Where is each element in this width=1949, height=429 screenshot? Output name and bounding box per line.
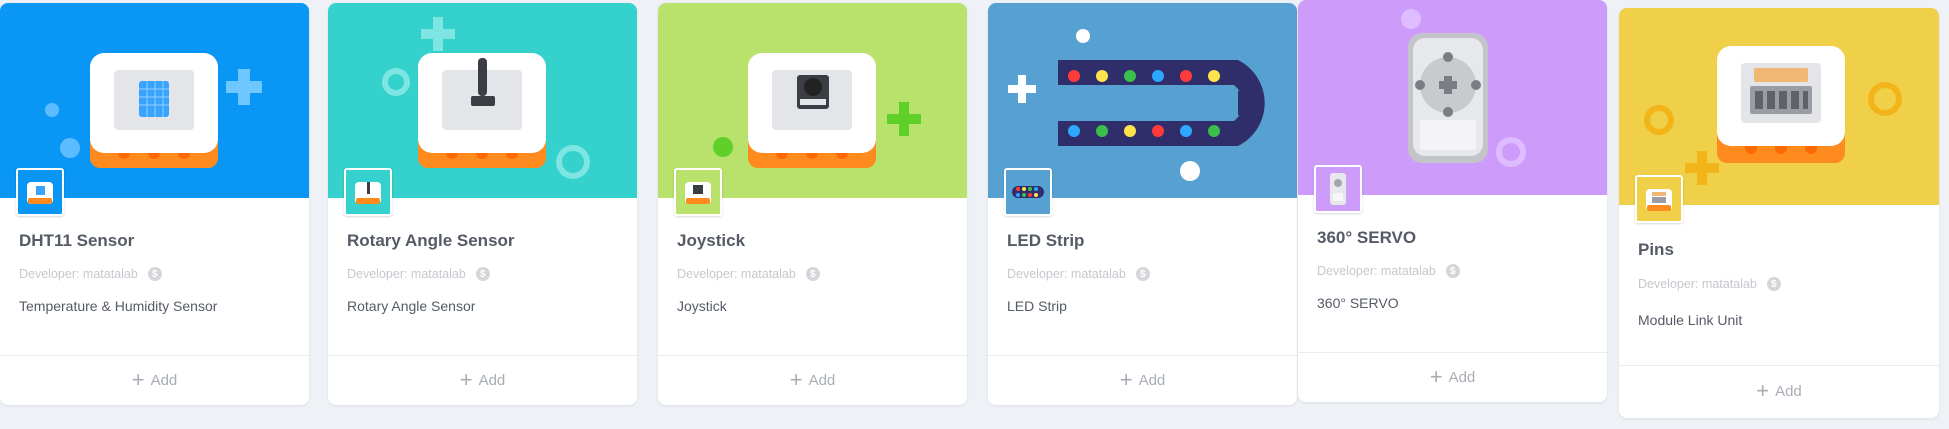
divider	[1619, 365, 1939, 366]
module-thumbnail-icon	[1314, 165, 1362, 213]
extension-card-pins[interactable]: Pins Developer: matatalab $ Module Link …	[1619, 8, 1939, 418]
module-thumbnail-icon	[1004, 168, 1052, 216]
developer-label: Developer: matatalab	[1007, 267, 1126, 281]
developer-row: Developer: matatalab $	[347, 265, 490, 283]
dollar-info-icon[interactable]: $	[147, 267, 162, 281]
add-label: Add	[478, 371, 506, 389]
developer-label: Developer: matatalab	[1317, 264, 1436, 278]
developer-label: Developer: matatalab	[347, 267, 466, 281]
developer-label: Developer: matatalab	[19, 267, 138, 281]
extension-card-360-servo[interactable]: 360° SERVO Developer: matatalab $ 360° S…	[1298, 0, 1607, 402]
card-title: Rotary Angle Sensor	[347, 231, 515, 250]
add-button[interactable]: + Add	[328, 367, 637, 392]
card-description: Temperature & Humidity Sensor	[19, 298, 218, 314]
module-thumbnail-icon	[674, 168, 722, 216]
plus-icon: +	[131, 367, 145, 392]
add-label: Add	[150, 371, 178, 389]
dollar-info-icon[interactable]: $	[475, 267, 490, 281]
card-description: Module Link Unit	[1638, 312, 1743, 328]
dollar-info-icon[interactable]: $	[805, 267, 820, 281]
extension-card-dht11[interactable]: DHT11 Sensor Developer: matatalab $ Temp…	[0, 3, 309, 405]
extension-card-joystick[interactable]: Joystick Developer: matatalab $ Joystick…	[658, 3, 967, 405]
divider	[658, 355, 967, 356]
developer-row: Developer: matatalab $	[1638, 275, 1781, 293]
card-title: Joystick	[677, 231, 746, 250]
plus-icon: +	[1119, 367, 1133, 392]
module-thumbnail-icon	[1635, 175, 1683, 223]
card-title: Pins	[1638, 240, 1674, 259]
developer-row: Developer: matatalab $	[19, 265, 162, 283]
divider	[0, 355, 309, 356]
developer-row: Developer: matatalab $	[1317, 262, 1460, 280]
add-label: Add	[1775, 382, 1802, 400]
card-description: 360° SERVO	[1317, 295, 1399, 311]
module-thumbnail-icon	[344, 168, 392, 216]
add-label: Add	[1138, 371, 1166, 389]
card-description: LED Strip	[1007, 298, 1067, 314]
developer-label: Developer: matatalab	[1638, 277, 1757, 291]
plus-icon: +	[1756, 378, 1770, 403]
add-button[interactable]: + Add	[1298, 364, 1607, 389]
dollar-info-icon[interactable]: $	[1445, 264, 1460, 278]
divider	[328, 355, 637, 356]
add-button[interactable]: + Add	[1619, 378, 1939, 403]
plus-icon: +	[459, 367, 473, 392]
add-button[interactable]: + Add	[0, 367, 309, 392]
extension-card-rotary-angle-sensor[interactable]: Rotary Angle Sensor Developer: matatalab…	[328, 3, 637, 405]
developer-row: Developer: matatalab $	[1007, 265, 1150, 283]
add-button[interactable]: + Add	[658, 367, 967, 392]
developer-label: Developer: matatalab	[677, 267, 796, 281]
card-title: 360° SERVO	[1317, 228, 1417, 247]
card-description: Joystick	[677, 298, 727, 314]
extension-card-led-strip[interactable]: LED Strip Developer: matatalab $ LED Str…	[988, 3, 1297, 405]
add-label: Add	[808, 371, 836, 389]
plus-icon: +	[789, 367, 803, 392]
plus-icon: +	[1429, 364, 1443, 389]
module-thumbnail-icon	[16, 168, 64, 216]
card-description: Rotary Angle Sensor	[347, 298, 476, 314]
dollar-info-icon[interactable]: $	[1766, 277, 1781, 291]
developer-row: Developer: matatalab $	[677, 265, 820, 283]
add-label: Add	[1448, 368, 1476, 386]
divider	[988, 355, 1297, 356]
card-title: DHT11 Sensor	[19, 231, 135, 250]
add-button[interactable]: + Add	[988, 367, 1297, 392]
card-title: LED Strip	[1007, 231, 1085, 250]
divider	[1298, 352, 1607, 353]
dollar-info-icon[interactable]: $	[1135, 267, 1150, 281]
